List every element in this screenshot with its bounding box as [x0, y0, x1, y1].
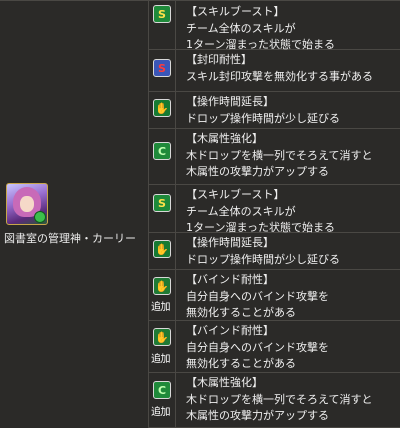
awakening-text-line: 木ドロップを横一列でそろえて消すと: [186, 148, 373, 162]
awakening-text-line: ドロップ操作時間が少し延びる: [186, 252, 340, 266]
awakening-text-line: ドロップ操作時間が少し延びる: [186, 111, 340, 125]
awakening-description: 【木属性強化】木ドロップを横一列でそろえて消すと 木属性の攻撃力がアップする: [186, 375, 398, 425]
skill-boost-icon: S: [153, 5, 171, 23]
awakening-description: 【封印耐性】スキル封印攻撃を無効化する事がある: [186, 52, 398, 85]
awakening-row: C 【木属性強化】木ドロップを横一列でそろえて消すと 木属性の攻撃力がアップする: [148, 128, 400, 185]
awakening-row: ✋ 追加 【バインド耐性】自分自身へのバインド攻撃を 無効化することがある: [148, 320, 400, 373]
awakening-title: 【封印耐性】: [186, 53, 252, 66]
awakening-description: 【木属性強化】木ドロップを横一列でそろえて消すと 木属性の攻撃力がアップする: [186, 131, 398, 181]
awakening-description: 【バインド耐性】 自分自身へのバインド攻撃を 無効化することがある: [186, 272, 398, 322]
awakening-icon-cell: ✋: [148, 232, 176, 269]
awakening-row: ✋ 【操作時間延長】ドロップ操作時間が少し延びる: [148, 91, 400, 129]
awakening-title: 【スキルブースト】: [186, 188, 285, 201]
added-tag: 追加: [151, 302, 171, 313]
awakening-row: S 【スキルブースト】 チーム全体のスキルが 1ターン溜まった状態で始まる: [148, 184, 400, 234]
awakening-text-line: 木ドロップを横一列でそろえて消すと: [186, 392, 373, 406]
awakening-icon-cell: S: [148, 49, 176, 91]
awakening-icon-cell: ✋ 追加: [148, 320, 176, 372]
awakening-description: 【バインド耐性】自分自身へのバインド攻撃を 無効化することがある: [186, 323, 398, 373]
seal-resist-icon: S: [153, 59, 171, 77]
awakening-row: ✋ 【操作時間延長】ドロップ操作時間が少し延びる: [148, 232, 400, 270]
awakening-title: 【木属性強化】: [186, 376, 263, 389]
awakening-row: S 【封印耐性】スキル封印攻撃を無効化する事がある: [148, 49, 400, 92]
awakening-description: 【スキルブースト】 チーム全体のスキルが 1ターン溜まった状態で始まる: [186, 187, 398, 237]
bind-resist-icon: ✋: [153, 277, 171, 295]
added-tag: 追加: [151, 407, 171, 418]
awakening-text-line: 無効化することがある: [186, 357, 296, 370]
awakening-text-line: チーム全体のスキルが: [186, 204, 296, 218]
awakening-row: C 追加 【木属性強化】木ドロップを横一列でそろえて消すと 木属性の攻撃力がアップする: [148, 372, 400, 428]
awakening-icon-cell: C 追加: [148, 372, 176, 427]
time-extend-icon: ✋: [153, 240, 171, 258]
skill-boost-icon: S: [153, 194, 171, 212]
awakening-text-line: 自分自身へのバインド攻撃を: [186, 340, 329, 354]
time-extend-icon: ✋: [153, 99, 171, 117]
wood-attribute-icon: [34, 211, 46, 223]
character-name: 図書室の管理神・カーリー: [4, 232, 136, 245]
awakening-title: 【操作時間延長】: [186, 95, 274, 108]
awakening-description: 【操作時間延長】ドロップ操作時間が少し延びる: [186, 235, 398, 268]
awakening-text-line: チーム全体のスキルが: [186, 21, 296, 35]
awakening-row: S 【スキルブースト】 チーム全体のスキルが 1ターン溜まった状態で始まる: [148, 1, 400, 51]
awakening-icon-cell: S: [148, 1, 176, 49]
awakening-title: 【バインド耐性】: [186, 324, 274, 337]
awakening-icon-cell: S: [148, 184, 176, 232]
awakening-row: ✋ 追加 【バインド耐性】 自分自身へのバインド攻撃を 無効化することがある: [148, 269, 400, 321]
awakening-icon-cell: ✋ 追加: [148, 269, 176, 320]
added-tag: 追加: [151, 354, 171, 365]
awakening-text-line: 自分自身へのバインド攻撃を: [186, 289, 329, 303]
awakening-icon-cell: C: [148, 128, 176, 184]
awakening-title: 【木属性強化】: [186, 132, 263, 145]
awakening-title: 【スキルブースト】: [186, 5, 285, 18]
bind-resist-icon: ✋: [153, 328, 171, 346]
awakening-description: 【操作時間延長】ドロップ操作時間が少し延びる: [186, 94, 398, 127]
awakening-title: 【操作時間延長】: [186, 236, 274, 249]
awakening-text-line: 木属性の攻撃力がアップする: [186, 165, 329, 178]
awakening-description: 【スキルブースト】 チーム全体のスキルが 1ターン溜まった状態で始まる: [186, 4, 398, 54]
wood-enhance-icon: C: [153, 381, 171, 399]
character-cell: 図書室の管理神・カーリー: [0, 1, 149, 427]
awakening-icon-cell: ✋: [148, 91, 176, 128]
awakening-table: 図書室の管理神・カーリー S 【スキルブースト】 チーム全体のスキルが 1ターン溜まっ…: [0, 0, 400, 428]
wood-enhance-icon: C: [153, 142, 171, 160]
awakening-title: 【バインド耐性】: [186, 273, 274, 286]
awakening-text-line: スキル封印攻撃を無効化する事がある: [186, 69, 373, 83]
character-portrait[interactable]: [6, 183, 48, 225]
awakening-text-line: 木属性の攻撃力がアップする: [186, 409, 329, 422]
